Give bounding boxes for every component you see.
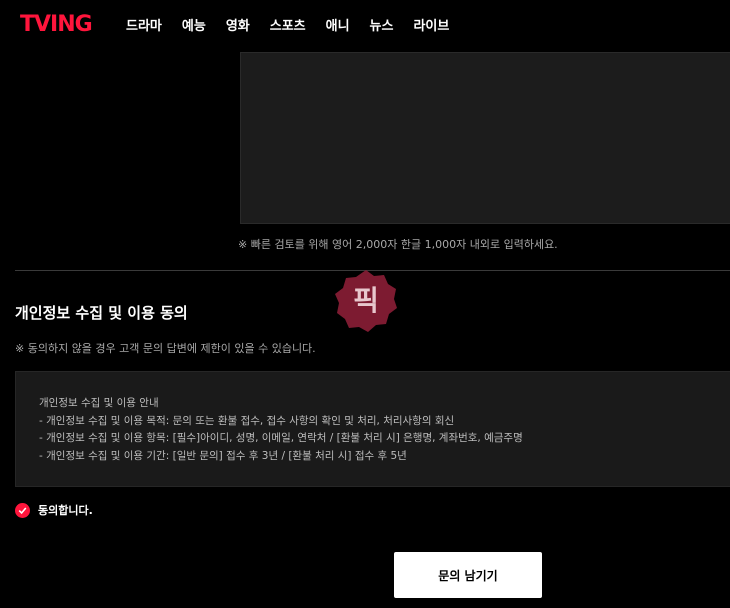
tving-logo[interactable]: TVING xyxy=(20,13,93,37)
terms-line: - 개인정보 수집 및 이용 항목: [필수]아이디, 성명, 이메일, 연락처… xyxy=(39,432,523,444)
privacy-notice: ※ 동의하지 않을 경우 고객 문의 답변에 제한이 있을 수 있습니다. xyxy=(15,342,316,355)
inquiry-length-hint: ※ 빠른 검토를 위해 영어 2,000자 한글 1,000자 내외로 입력하세… xyxy=(238,238,558,251)
privacy-section-title: 개인정보 수집 및 이용 동의 xyxy=(15,304,188,322)
check-circle-icon[interactable] xyxy=(15,502,30,518)
top-header: TVING 드라마 예능 영화 스포츠 애니 뉴스 라이브 xyxy=(0,0,730,50)
agree-label: 동의합니다. xyxy=(38,504,93,517)
pick-badge-text: 픽 xyxy=(353,284,379,317)
main-nav: 드라마 예능 영화 스포츠 애니 뉴스 라이브 xyxy=(126,15,469,34)
nav-item-drama[interactable]: 드라마 xyxy=(126,15,162,34)
terms-line: - 개인정보 수집 및 이용 기간: [일반 문의] 접수 후 3년 / [환불… xyxy=(39,449,407,462)
terms-line: - 개인정보 수집 및 이용 목적: 문의 또는 환불 접수, 접수 사항의 확… xyxy=(39,414,455,427)
pick-badge-icon: 픽 xyxy=(335,270,397,332)
inquiry-content-textarea[interactable] xyxy=(240,52,730,224)
submit-inquiry-button[interactable]: 문의 남기기 xyxy=(394,552,542,598)
nav-item-news[interactable]: 뉴스 xyxy=(370,15,394,34)
nav-item-anime[interactable]: 애니 xyxy=(326,15,350,34)
nav-item-movie[interactable]: 영화 xyxy=(226,15,250,34)
terms-line: 개인정보 수집 및 이용 안내 xyxy=(39,397,159,409)
agree-checkbox-row[interactable]: 동의합니다. xyxy=(15,502,93,518)
privacy-terms-box: 개인정보 수집 및 이용 안내 - 개인정보 수집 및 이용 목적: 문의 또는… xyxy=(15,371,730,487)
nav-item-sports[interactable]: 스포츠 xyxy=(270,15,306,34)
nav-item-live[interactable]: 라이브 xyxy=(413,15,449,34)
nav-item-variety[interactable]: 예능 xyxy=(182,15,206,34)
